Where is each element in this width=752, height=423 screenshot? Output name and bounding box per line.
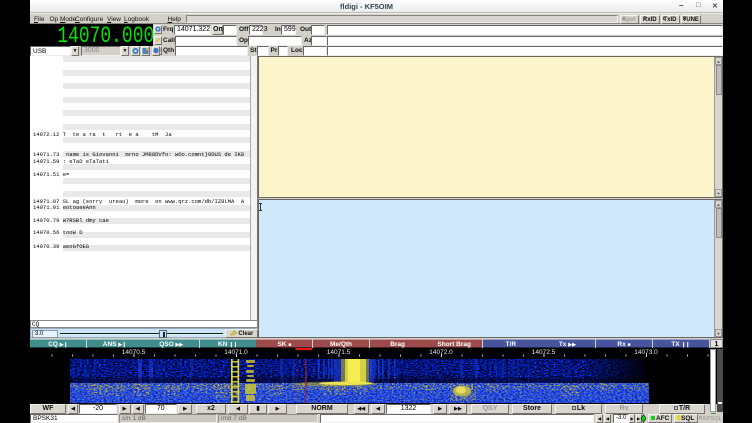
svg-text:14070.5: 14070.5 bbox=[122, 349, 146, 356]
svg-text:14072.0: 14072.0 bbox=[429, 349, 453, 356]
svg-text:14073.0: 14073.0 bbox=[634, 349, 658, 356]
svg-text:14071.0: 14071.0 bbox=[224, 349, 248, 356]
svg-text:14072.5: 14072.5 bbox=[532, 349, 556, 356]
svg-text:14071.5: 14071.5 bbox=[327, 349, 351, 356]
